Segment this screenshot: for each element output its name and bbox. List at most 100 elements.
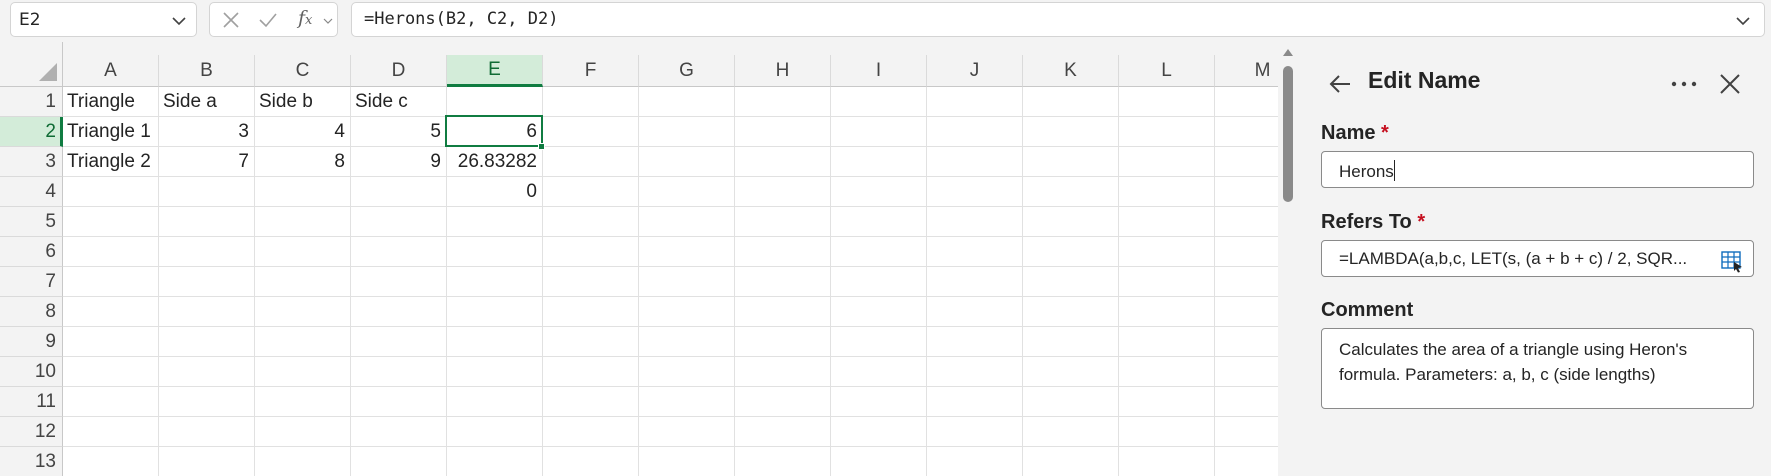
cell-a9[interactable]: [63, 327, 159, 357]
cell-h8[interactable]: [735, 297, 831, 327]
range-picker-icon[interactable]: [1721, 251, 1743, 273]
cell-i12[interactable]: [831, 417, 927, 447]
cell-m9[interactable]: [1215, 327, 1278, 357]
name-field-value-wrap[interactable]: Herons: [1339, 160, 1395, 182]
cell-h6[interactable]: [735, 237, 831, 267]
cell-k7[interactable]: [1023, 267, 1119, 297]
close-icon[interactable]: [1718, 72, 1742, 96]
cell-m6[interactable]: [1215, 237, 1278, 267]
row-header-13[interactable]: 13: [0, 447, 63, 476]
cell-b9[interactable]: [159, 327, 255, 357]
cell-h3[interactable]: [735, 147, 831, 177]
column-header-i[interactable]: I: [831, 55, 927, 87]
cell-l5[interactable]: [1119, 207, 1215, 237]
cell-e2[interactable]: 6: [447, 117, 543, 147]
cell-d2[interactable]: 5: [351, 117, 447, 147]
column-header-b[interactable]: B: [159, 55, 255, 87]
cell-d5[interactable]: [351, 207, 447, 237]
cell-a5[interactable]: [63, 207, 159, 237]
cell-m11[interactable]: [1215, 387, 1278, 417]
cell-f3[interactable]: [543, 147, 639, 177]
cell-b1[interactable]: Side a: [159, 87, 255, 117]
cell-l11[interactable]: [1119, 387, 1215, 417]
cell-f7[interactable]: [543, 267, 639, 297]
cell-a11[interactable]: [63, 387, 159, 417]
cell-e11[interactable]: [447, 387, 543, 417]
cell-k12[interactable]: [1023, 417, 1119, 447]
cell-b11[interactable]: [159, 387, 255, 417]
cell-l10[interactable]: [1119, 357, 1215, 387]
row-header-4[interactable]: 4: [0, 177, 63, 207]
cell-e13[interactable]: [447, 447, 543, 476]
cell-f1[interactable]: [543, 87, 639, 117]
chevron-down-icon[interactable]: [323, 16, 333, 26]
name-field[interactable]: Herons: [1321, 151, 1754, 188]
cell-m4[interactable]: [1215, 177, 1278, 207]
row-header-5[interactable]: 5: [0, 207, 63, 237]
cell-b10[interactable]: [159, 357, 255, 387]
cell-k3[interactable]: [1023, 147, 1119, 177]
cell-c4[interactable]: [255, 177, 351, 207]
name-field-value[interactable]: Herons: [1339, 162, 1394, 181]
cell-i11[interactable]: [831, 387, 927, 417]
row-header-3[interactable]: 3: [0, 147, 63, 177]
cell-k10[interactable]: [1023, 357, 1119, 387]
cell-f5[interactable]: [543, 207, 639, 237]
cell-e6[interactable]: [447, 237, 543, 267]
cell-a6[interactable]: [63, 237, 159, 267]
cell-a12[interactable]: [63, 417, 159, 447]
cell-g2[interactable]: [639, 117, 735, 147]
row-header-6[interactable]: 6: [0, 237, 63, 267]
cell-k13[interactable]: [1023, 447, 1119, 476]
cell-a2[interactable]: Triangle 1: [63, 117, 159, 147]
cell-e12[interactable]: [447, 417, 543, 447]
column-header-l[interactable]: L: [1119, 55, 1215, 87]
more-options-icon[interactable]: [1668, 71, 1700, 97]
column-header-c[interactable]: C: [255, 55, 351, 87]
worksheet-grid[interactable]: A B C D E F G H I J K L M 1 Triangle Side a Side b Side c…: [0, 42, 1278, 476]
cell-b5[interactable]: [159, 207, 255, 237]
cell-c8[interactable]: [255, 297, 351, 327]
cell-l12[interactable]: [1119, 417, 1215, 447]
column-header-k[interactable]: K: [1023, 55, 1119, 87]
cell-i10[interactable]: [831, 357, 927, 387]
cell-d6[interactable]: [351, 237, 447, 267]
cell-h1[interactable]: [735, 87, 831, 117]
row-header-2[interactable]: 2: [0, 117, 63, 147]
cell-b3[interactable]: 7: [159, 147, 255, 177]
cell-g4[interactable]: [639, 177, 735, 207]
fill-handle[interactable]: [538, 143, 545, 150]
cell-c11[interactable]: [255, 387, 351, 417]
scroll-up-icon[interactable]: [1282, 47, 1294, 57]
cell-c10[interactable]: [255, 357, 351, 387]
cell-k1[interactable]: [1023, 87, 1119, 117]
comment-value[interactable]: Calculates the area of a triangle using …: [1339, 337, 1739, 387]
row-header-8[interactable]: 8: [0, 297, 63, 327]
cell-d7[interactable]: [351, 267, 447, 297]
chevron-down-icon[interactable]: [1734, 12, 1752, 30]
formula-input[interactable]: =Herons(B2, C2, D2): [351, 2, 1765, 37]
cell-k2[interactable]: [1023, 117, 1119, 147]
cell-b6[interactable]: [159, 237, 255, 267]
cell-e1[interactable]: [447, 87, 543, 117]
cell-c13[interactable]: [255, 447, 351, 476]
cell-m2[interactable]: [1215, 117, 1278, 147]
cell-m3[interactable]: [1215, 147, 1278, 177]
cell-f12[interactable]: [543, 417, 639, 447]
cell-m8[interactable]: [1215, 297, 1278, 327]
cell-f8[interactable]: [543, 297, 639, 327]
cell-g3[interactable]: [639, 147, 735, 177]
cell-h11[interactable]: [735, 387, 831, 417]
row-header-1[interactable]: 1: [0, 87, 63, 117]
cell-f2[interactable]: [543, 117, 639, 147]
cell-d12[interactable]: [351, 417, 447, 447]
column-header-g[interactable]: G: [639, 55, 735, 87]
cell-k11[interactable]: [1023, 387, 1119, 417]
cell-j1[interactable]: [927, 87, 1023, 117]
cell-j8[interactable]: [927, 297, 1023, 327]
cell-i6[interactable]: [831, 237, 927, 267]
cell-m10[interactable]: [1215, 357, 1278, 387]
cell-f10[interactable]: [543, 357, 639, 387]
select-all-icon[interactable]: [38, 62, 58, 82]
cell-h5[interactable]: [735, 207, 831, 237]
